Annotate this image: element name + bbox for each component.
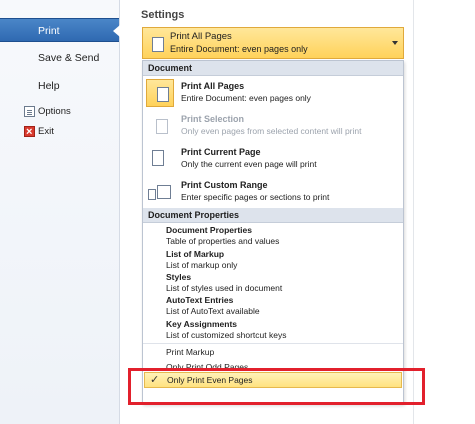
option-title: Print Custom Range xyxy=(181,180,268,190)
nav-exit-label: Exit xyxy=(38,126,54,137)
prop-autotext[interactable]: AutoText Entries xyxy=(166,295,233,305)
separator xyxy=(143,343,403,344)
document-properties-header: Document Properties xyxy=(143,208,403,223)
prop-key-assignments[interactable]: Key Assignments xyxy=(166,319,237,329)
option-print-selection[interactable]: Print Selection Only even pages from sel… xyxy=(143,110,403,142)
prop-autotext-desc: List of AutoText available xyxy=(166,306,260,316)
print-selection-icon xyxy=(146,112,174,140)
exit-icon xyxy=(24,124,35,140)
print-range-combo[interactable]: Print All Pages Entire Document: even pa… xyxy=(142,27,404,59)
nav-help[interactable]: Help xyxy=(0,74,119,98)
option-title: Print All Pages xyxy=(181,81,245,91)
print-range-dropdown: Document Print All Pages Entire Document… xyxy=(142,60,404,404)
option-title: Print Selection xyxy=(181,114,245,124)
prop-key-assignments-desc: List of customized shortcut keys xyxy=(166,330,287,340)
pages-icon xyxy=(148,34,164,52)
option-title: Print Current Page xyxy=(181,147,261,157)
pane-divider xyxy=(413,0,414,424)
prop-styles-desc: List of styles used in document xyxy=(166,283,283,293)
document-header: Document xyxy=(143,61,403,76)
prop-list-of-markup-desc: List of markup only xyxy=(166,260,238,270)
option-subtitle: Only the current even page will print xyxy=(181,159,317,169)
nav-options[interactable]: Options xyxy=(24,104,71,120)
dropdown-arrow-icon[interactable] xyxy=(392,41,398,45)
options-icon xyxy=(24,106,35,117)
nav-options-label: Options xyxy=(38,106,71,117)
nav-save-send[interactable]: Save & Send xyxy=(0,46,119,70)
print-all-pages-icon xyxy=(146,79,174,107)
prop-document-properties[interactable]: Document Properties xyxy=(166,225,252,235)
option-print-custom-range[interactable]: Print Custom Range Enter specific pages … xyxy=(143,176,403,208)
combo-subtitle: Entire Document: even pages only xyxy=(170,44,308,54)
option-subtitle: Entire Document: even pages only xyxy=(181,93,311,103)
option-print-current-page[interactable]: Print Current Page Only the current even… xyxy=(143,143,403,175)
settings-title: Settings xyxy=(141,9,185,21)
print-custom-range-icon xyxy=(146,178,174,206)
print-current-page-icon xyxy=(146,145,174,173)
option-print-markup[interactable]: Print Markup xyxy=(166,347,214,357)
nav-exit[interactable]: Exit xyxy=(24,124,54,140)
prop-list-of-markup[interactable]: List of Markup xyxy=(166,249,224,259)
option-subtitle: Only even pages from selected content wi… xyxy=(181,126,362,136)
prop-document-properties-desc: Table of properties and values xyxy=(166,236,280,246)
backstage-nav: Print Save & Send Help Options Exit xyxy=(0,0,120,424)
annotation-highlight-box xyxy=(128,368,425,405)
nav-print[interactable]: Print xyxy=(0,18,120,42)
prop-styles[interactable]: Styles xyxy=(166,272,191,282)
option-print-all-pages[interactable]: Print All Pages Entire Document: even pa… xyxy=(143,77,403,109)
option-subtitle: Enter specific pages or sections to prin… xyxy=(181,192,330,202)
combo-title: Print All Pages xyxy=(170,31,232,42)
